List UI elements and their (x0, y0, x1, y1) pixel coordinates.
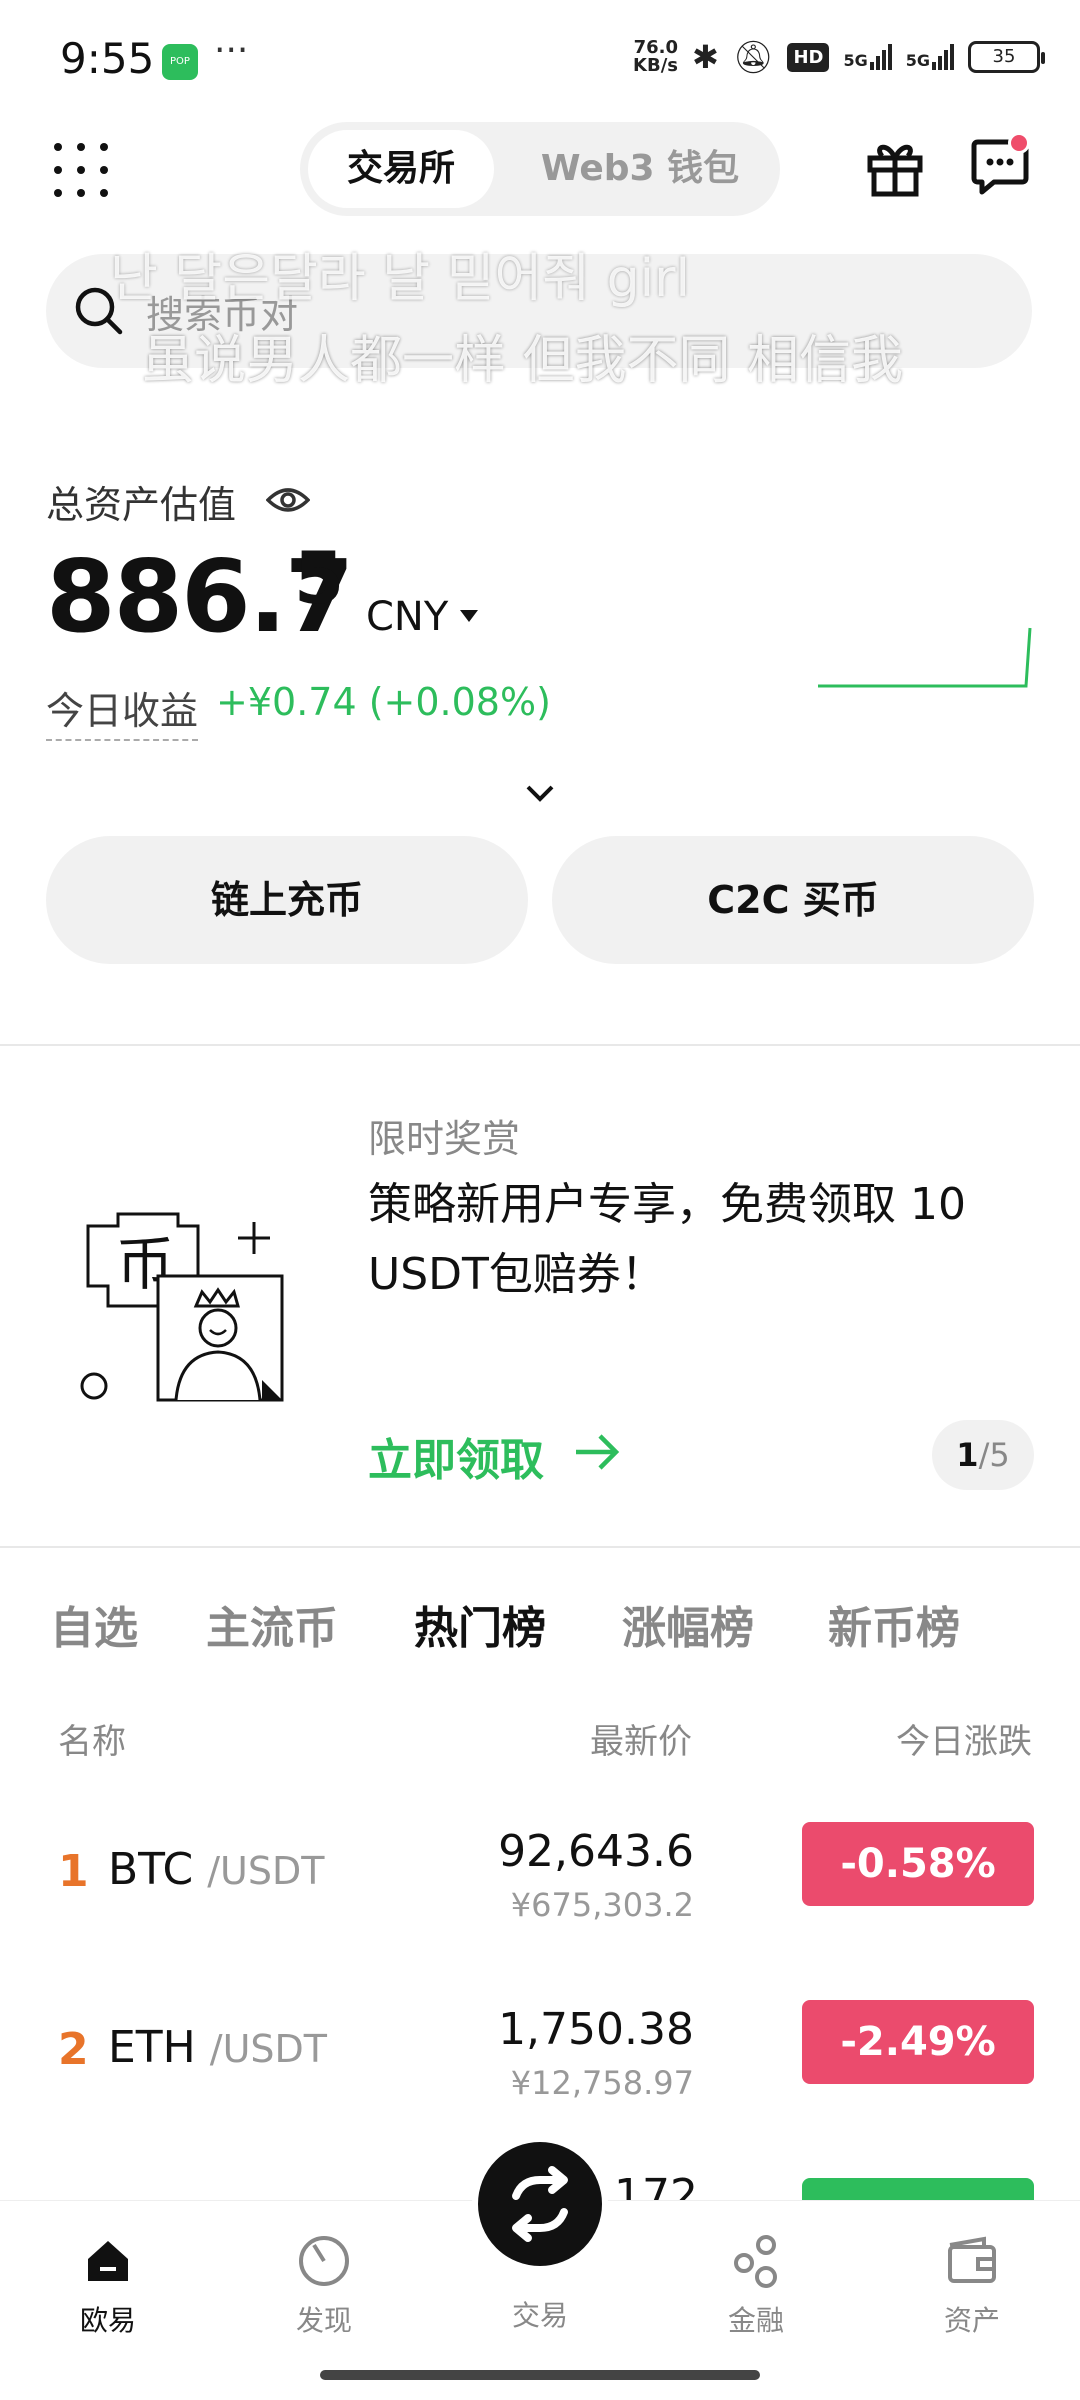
market-tab-favorites[interactable]: 自选 (50, 1592, 138, 1656)
status-time: 9:55 (60, 34, 155, 83)
change-badge: -0.58% (802, 1822, 1034, 1906)
pair-symbol: ETH /USDT (108, 2022, 327, 2073)
promo-claim-link[interactable]: 立即领取 (368, 1424, 544, 1488)
rank: 1 (58, 1846, 89, 1897)
change-badge: -2.49% (802, 2000, 1034, 2084)
eye-icon[interactable] (266, 484, 310, 516)
home-icon (88, 2241, 128, 2281)
nav-home[interactable]: 欧易 (38, 2231, 178, 2339)
lyrics-overlay-line2: 虽说男人都一样 但我不同 相信我 (142, 331, 904, 391)
market-row[interactable]: 2 ETH /USDT 1,750.38 ¥12,758.97 -2.49% (0, 1978, 1080, 2138)
market-row[interactable]: 1 BTC /USDT 92,643.6 ¥675,303.2 -0.58% (0, 1800, 1080, 1960)
mode-switch: 交易所 Web3 钱包 (300, 122, 780, 216)
column-header-name: 名称 (58, 1722, 126, 1762)
net-speed: 76.0 KB/s (633, 37, 679, 76)
today-pnl-label[interactable]: 今日收益 (46, 680, 199, 741)
column-header-price: 最新价 (590, 1722, 692, 1762)
caret-down-icon (460, 610, 478, 622)
nav-finance[interactable]: 金融 (686, 2231, 826, 2339)
today-pnl-value: +¥0.74 (+0.08%) (216, 680, 551, 724)
tab-exchange[interactable]: 交易所 (308, 130, 494, 208)
grid-menu-icon[interactable] (54, 143, 108, 197)
nav-trade-label: 交易 (511, 2299, 568, 2332)
promo-title: 策略新用户专享，免费领取 10 USDT包赔券！ (368, 1179, 966, 1300)
nav-discover-label: 发现 (295, 2304, 352, 2337)
compass-icon (299, 2236, 349, 2286)
market-tab-hot[interactable]: 热门榜 (414, 1592, 546, 1656)
hd-icon: HD (787, 42, 830, 72)
rank: 2 (58, 2024, 89, 2075)
nav-assets[interactable]: 资产 (902, 2231, 1042, 2339)
mute-bell-icon: 🔕︎ (732, 38, 774, 76)
nav-assets-label: 资产 (943, 2304, 1000, 2337)
promo-illustration: 币 (80, 1212, 284, 1402)
promo-tag: 限时奖赏 (368, 1117, 521, 1161)
finance-icon (734, 2235, 777, 2288)
chevron-down-icon[interactable] (520, 778, 560, 808)
swap-icon (512, 2166, 568, 2242)
onchain-deposit-button[interactable]: 链上充币 (46, 836, 528, 964)
top-header: 交易所 Web3 钱包 (0, 120, 1080, 220)
divider (0, 1044, 1080, 1046)
pair-symbol: BTC /USDT (108, 1844, 325, 1895)
currency-selector[interactable]: CNY (366, 594, 448, 640)
market-tab-mainstream[interactable]: 主流币 (206, 1592, 338, 1656)
gift-icon[interactable] (864, 136, 926, 198)
trade-button[interactable] (472, 2136, 608, 2272)
signal-icon: 5G (843, 44, 892, 70)
tab-web3-wallet[interactable]: Web3 钱包 (510, 130, 770, 208)
c2c-buy-button[interactable]: C2C 买币 (552, 836, 1034, 964)
promo-pager: 1/5 (932, 1420, 1034, 1490)
nav-home-label: 欧易 (79, 2304, 136, 2337)
last-price: 92,643.6 (498, 1826, 694, 1877)
total-assets-label: 总资产估值 (46, 483, 237, 527)
market-tab-new[interactable]: 新币榜 (828, 1592, 960, 1656)
column-header-change: 今日涨跌 (896, 1722, 1032, 1762)
lyrics-overlay-line1: 난 달은달라 날 믿어줘 girl (110, 249, 690, 309)
last-price: 1,750.38 (498, 2004, 694, 2055)
total-assets-value-sup: 5 (294, 536, 345, 620)
signal-icon: 5G (906, 44, 954, 70)
arrow-right-icon[interactable] (572, 1430, 624, 1474)
assets-sparkline (818, 627, 1032, 688)
notification-dot (1008, 132, 1030, 154)
last-price-cny: ¥12,758.97 (510, 2064, 694, 2102)
app-notification-icon: POP (162, 44, 198, 80)
divider (0, 1546, 1080, 1548)
status-bar: 9:55 POP ··· 76.0 KB/s ✱ 🔕︎ HD 5G 5G 35 (0, 0, 1080, 120)
wallet-icon (948, 2236, 996, 2283)
last-price-cny: ¥675,303.2 (510, 1886, 694, 1924)
battery-icon: 35 (968, 41, 1045, 73)
market-tab-gainers[interactable]: 涨幅榜 (622, 1592, 754, 1656)
status-indicators: 76.0 KB/s ✱ 🔕︎ HD 5G 5G 35 (633, 37, 1045, 76)
bluetooth-icon: ✱ (692, 38, 719, 76)
nav-discover[interactable]: 发现 (254, 2231, 394, 2339)
home-indicator[interactable] (320, 2370, 760, 2380)
nav-finance-label: 金融 (727, 2304, 784, 2337)
more-notifications-icon: ··· (214, 30, 249, 71)
